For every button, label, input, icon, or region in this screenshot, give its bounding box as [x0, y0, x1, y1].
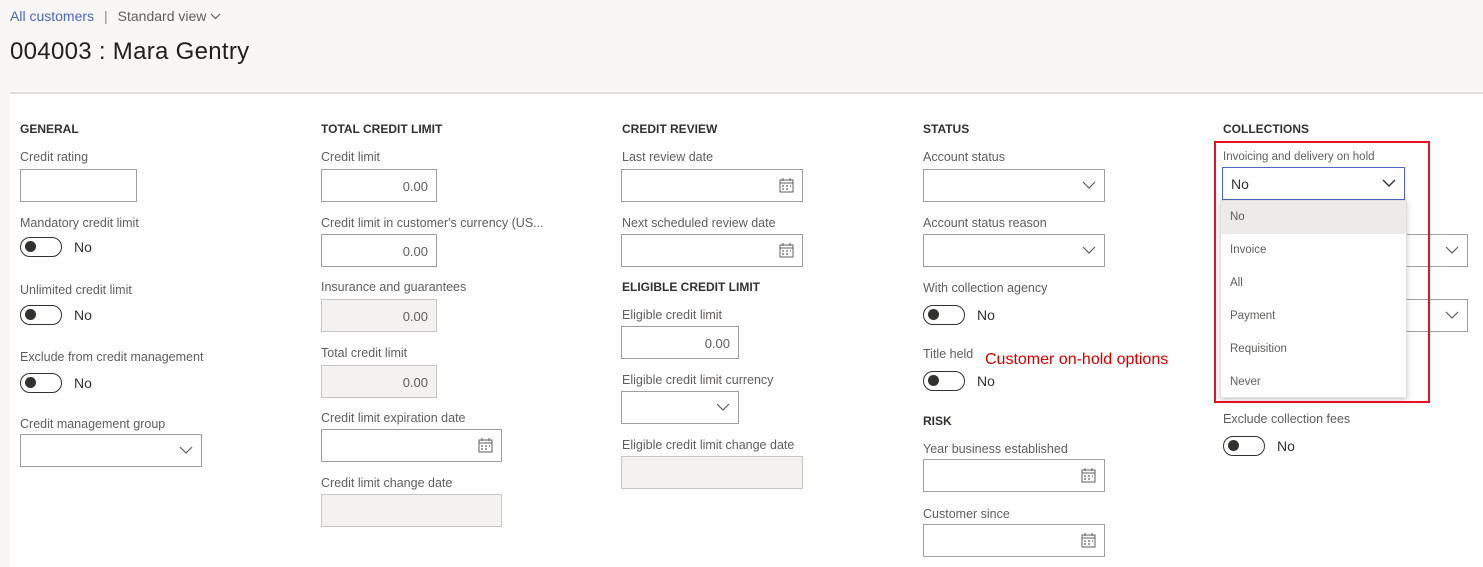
account-status-label: Account status — [923, 150, 1005, 164]
chevron-down-icon — [1082, 246, 1096, 254]
toggle-value: No — [977, 307, 995, 323]
toggle-track — [923, 371, 965, 391]
exclude-collection-fees-toggle[interactable]: No — [1223, 436, 1295, 456]
toggle-value: No — [74, 375, 92, 391]
collection-agency-label: With collection agency — [923, 281, 1048, 295]
calendar-icon[interactable] — [1081, 533, 1096, 548]
chevron-down-icon — [716, 403, 730, 411]
section-title-general: GENERAL — [20, 122, 79, 136]
credit-limit-currency-label: Credit limit in customer's currency (US.… — [321, 216, 544, 230]
credit-limit-input[interactable]: 0.00 — [321, 169, 437, 202]
insurance-guarantees-value: 0.00 — [402, 309, 428, 324]
section-title-total-credit-limit: TOTAL CREDIT LIMIT — [321, 122, 443, 136]
calendar-icon[interactable] — [1081, 468, 1096, 483]
view-selector[interactable]: Standard view — [118, 8, 222, 24]
chevron-down-icon — [179, 446, 193, 454]
toggle-knob — [928, 309, 939, 320]
credit-limit-currency-value: 0.00 — [402, 244, 428, 259]
toggle-knob — [1228, 440, 1239, 451]
chevron-down-icon — [1082, 181, 1096, 189]
breadcrumb-all-customers-link[interactable]: All customers — [10, 8, 94, 24]
toggle-track — [1223, 436, 1265, 456]
eligible-credit-limit-label: Eligible credit limit — [622, 308, 723, 322]
account-status-reason-label: Account status reason — [923, 216, 1047, 230]
credit-limit-currency-input[interactable]: 0.00 — [321, 234, 437, 267]
eligible-credit-limit-change-date-label: Eligible credit limit change date — [622, 438, 795, 452]
toggle-value: No — [74, 307, 92, 323]
chevron-down-icon — [1445, 311, 1459, 319]
credit-limit-label: Credit limit — [321, 150, 381, 164]
eligible-credit-limit-input[interactable]: 0.00 — [621, 326, 739, 359]
next-review-date-input[interactable] — [621, 234, 803, 267]
next-review-date-label: Next scheduled review date — [622, 216, 776, 230]
credit-limit-expiration-date-input[interactable] — [321, 429, 502, 462]
page-title: 004003 : Mara Gentry — [10, 38, 250, 65]
eligible-credit-limit-currency-label: Eligible credit limit currency — [622, 373, 774, 387]
credit-management-group-label: Credit management group — [20, 417, 166, 431]
annotation-highlight-box — [1214, 141, 1430, 403]
mandatory-credit-limit-toggle[interactable]: No — [20, 237, 92, 257]
mandatory-credit-limit-label: Mandatory credit limit — [20, 216, 139, 230]
eligible-credit-limit-change-date-field — [621, 456, 803, 489]
title-held-label: Title held — [923, 347, 974, 361]
collection-agency-toggle[interactable]: No — [923, 305, 995, 325]
insurance-guarantees-label: Insurance and guarantees — [321, 280, 467, 294]
credit-limit-change-date-label: Credit limit change date — [321, 476, 453, 490]
credit-limit-value: 0.00 — [402, 179, 428, 194]
credit-limit-expiration-label: Credit limit expiration date — [321, 411, 466, 425]
total-credit-limit-label: Total credit limit — [321, 346, 408, 360]
unlimited-credit-limit-label: Unlimited credit limit — [20, 283, 132, 297]
eligible-credit-limit-value: 0.00 — [704, 336, 730, 351]
view-selector-label: Standard view — [117, 8, 207, 24]
breadcrumb: All customers | Standard view — [10, 8, 221, 24]
calendar-icon[interactable] — [779, 243, 794, 258]
toggle-knob — [25, 377, 36, 388]
last-review-date-label: Last review date — [622, 150, 714, 164]
exclude-credit-management-toggle[interactable]: No — [20, 373, 92, 393]
credit-management-group-dropdown[interactable] — [20, 434, 202, 467]
annotation-label: Customer on-hold options — [985, 351, 1169, 368]
chevron-down-icon — [1445, 246, 1459, 254]
year-established-input[interactable] — [923, 459, 1105, 492]
breadcrumb-separator: | — [104, 8, 108, 24]
account-status-reason-dropdown[interactable] — [923, 234, 1105, 267]
total-credit-limit-field: 0.00 — [321, 365, 437, 398]
toggle-track — [20, 237, 62, 257]
customer-since-input[interactable] — [923, 524, 1105, 557]
toggle-value: No — [1277, 438, 1295, 454]
customer-since-label: Customer since — [923, 507, 1010, 521]
unlimited-credit-limit-toggle[interactable]: No — [20, 305, 92, 325]
toggle-knob — [25, 241, 36, 252]
credit-rating-input[interactable] — [20, 169, 137, 202]
toggle-track — [923, 305, 965, 325]
calendar-icon[interactable] — [779, 178, 794, 193]
exclude-collection-fees-label: Exclude collection fees — [1223, 412, 1351, 426]
calendar-icon[interactable] — [478, 438, 493, 453]
credit-limit-change-date-field — [321, 494, 502, 527]
toggle-value: No — [74, 239, 92, 255]
toggle-track — [20, 305, 62, 325]
total-credit-limit-value: 0.00 — [402, 375, 428, 390]
section-title-credit-review: CREDIT REVIEW — [622, 122, 718, 136]
exclude-credit-management-label: Exclude from credit management — [20, 350, 204, 364]
toggle-track — [20, 373, 62, 393]
title-held-toggle[interactable]: No — [923, 371, 995, 391]
section-title-eligible-credit-limit: ELIGIBLE CREDIT LIMIT — [622, 280, 760, 294]
year-established-label: Year business established — [923, 442, 1068, 456]
section-title-status: STATUS — [923, 122, 970, 136]
section-title-collections: COLLECTIONS — [1223, 122, 1309, 136]
toggle-value: No — [977, 373, 995, 389]
insurance-guarantees-field: 0.00 — [321, 299, 437, 332]
account-status-dropdown[interactable] — [923, 169, 1105, 202]
section-title-risk: RISK — [923, 414, 952, 428]
toggle-knob — [928, 375, 939, 386]
credit-rating-label: Credit rating — [20, 150, 89, 164]
eligible-credit-limit-currency-dropdown[interactable] — [621, 391, 739, 424]
toggle-knob — [25, 309, 36, 320]
chevron-down-icon — [210, 13, 221, 19]
last-review-date-input[interactable] — [621, 169, 803, 202]
